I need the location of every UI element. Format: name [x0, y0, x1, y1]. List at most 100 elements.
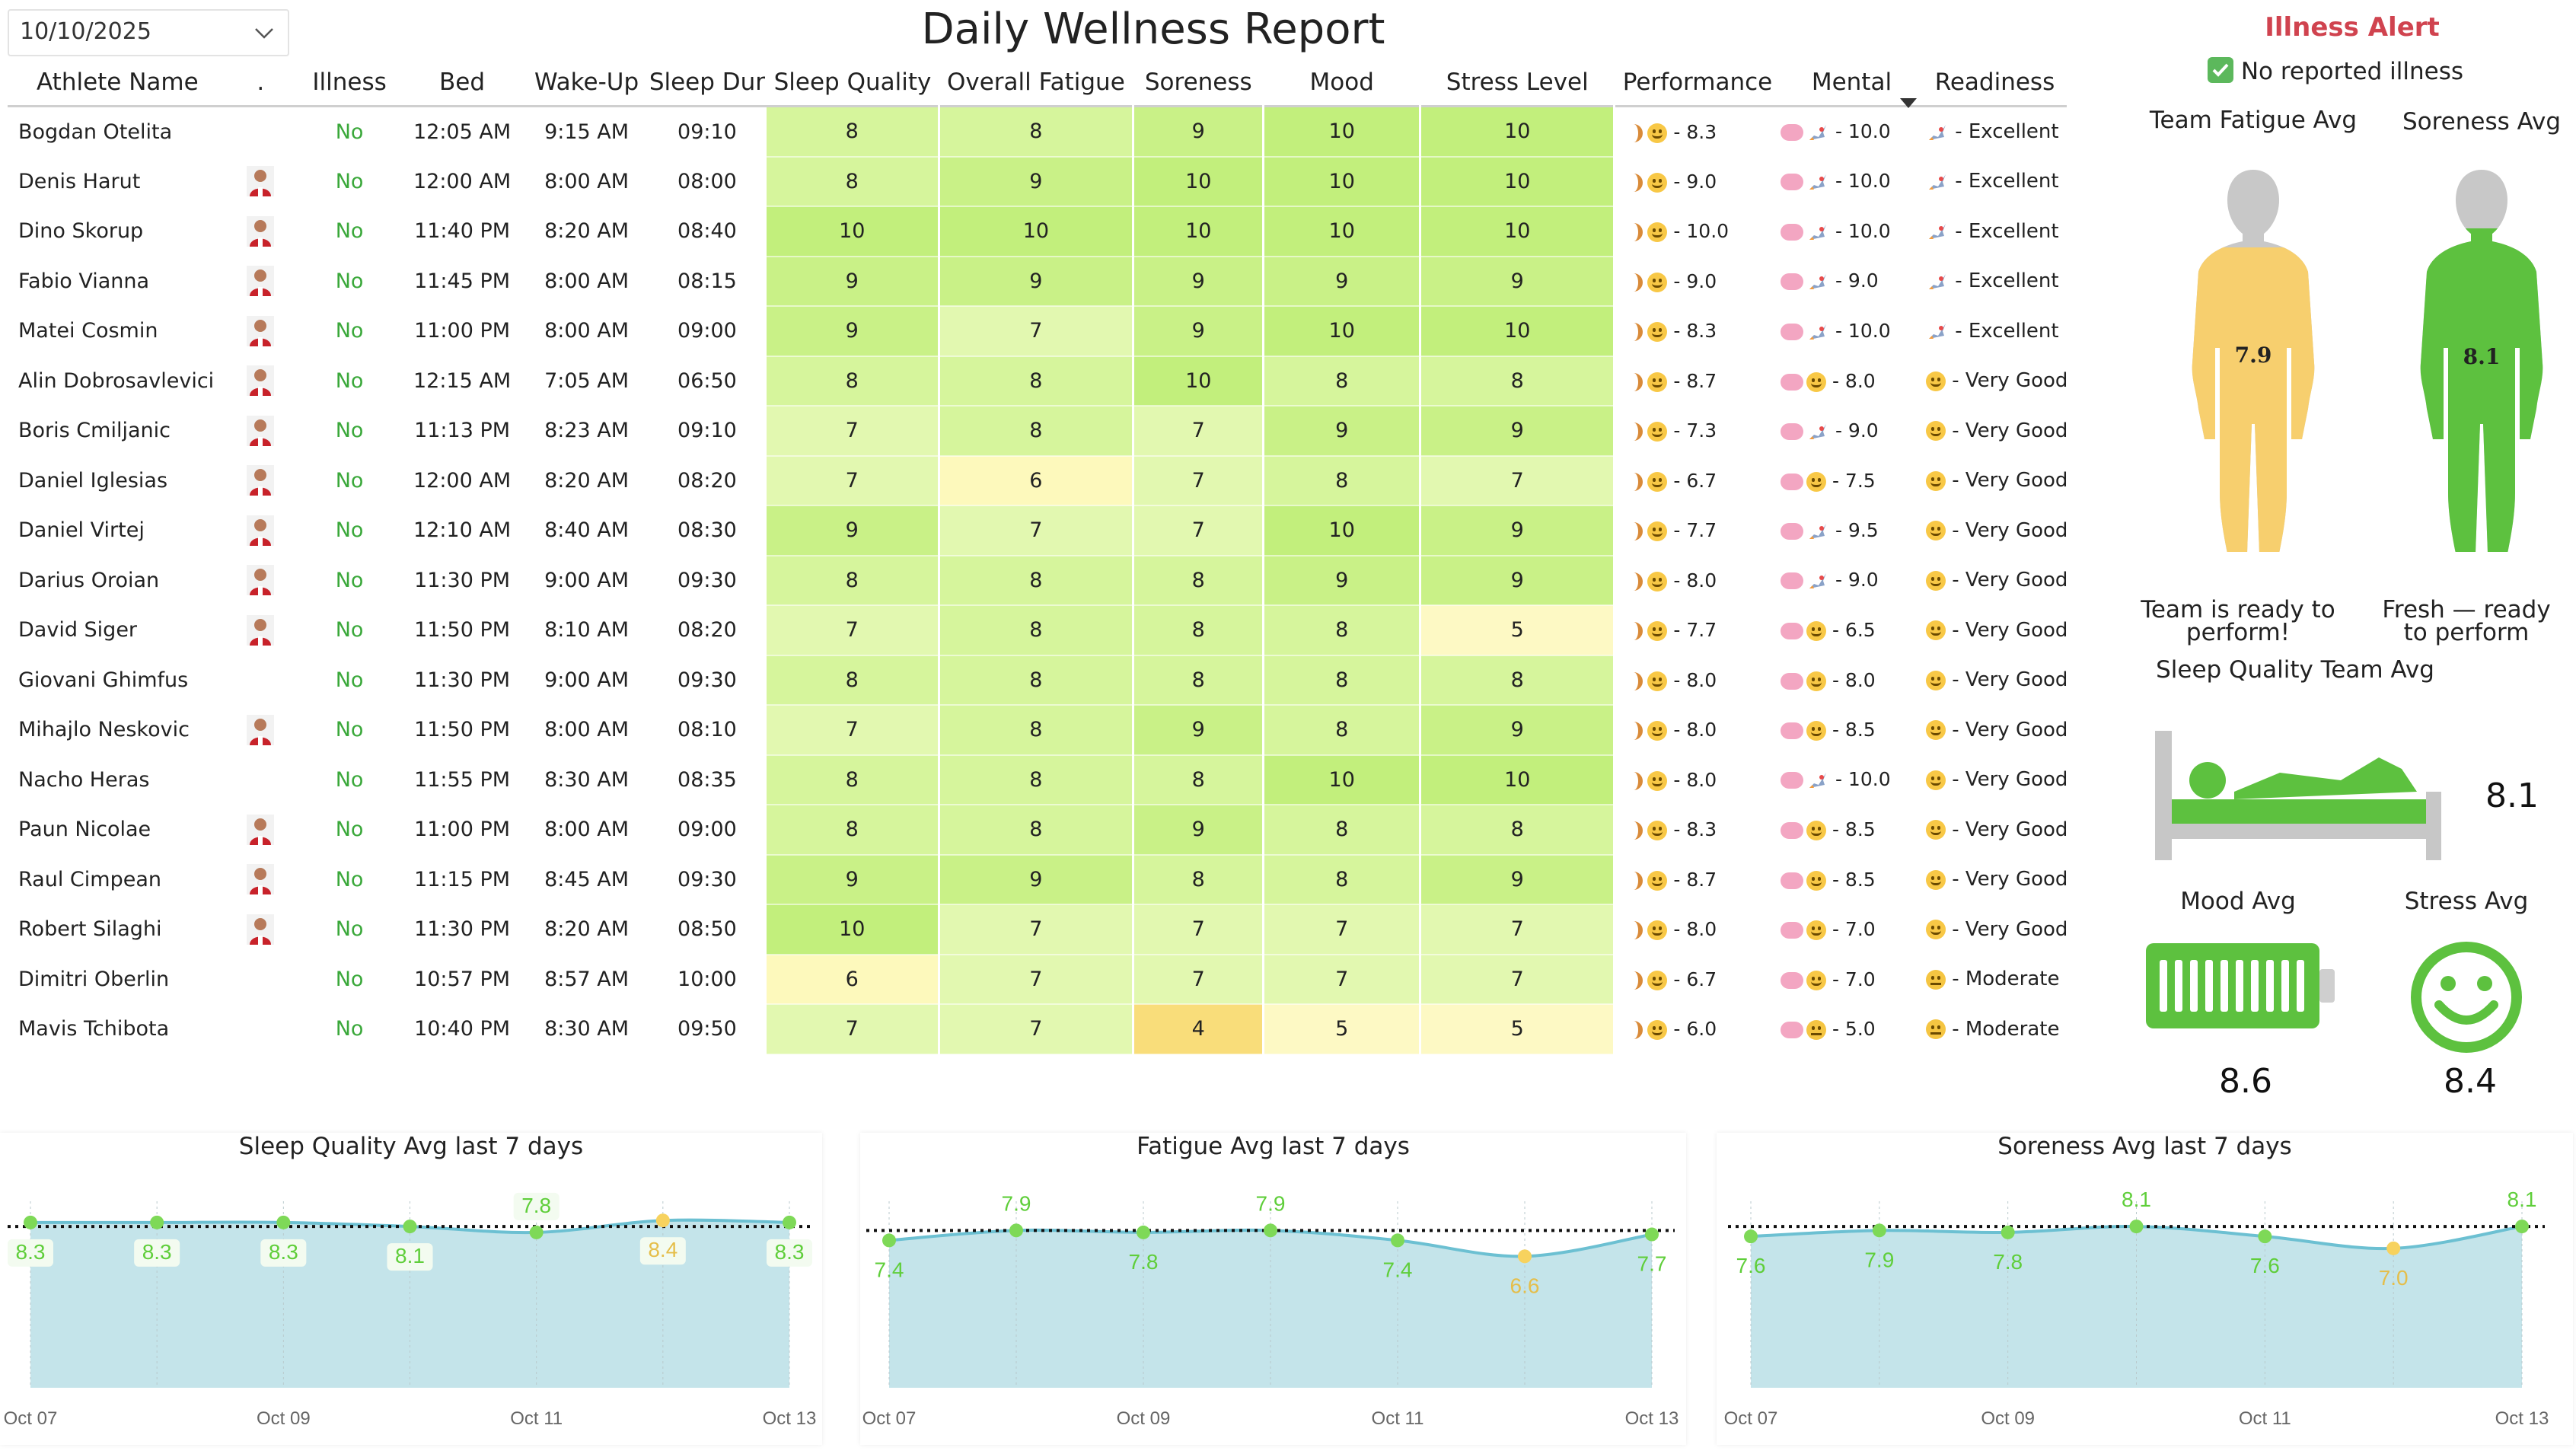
stress-cell: 10: [1420, 754, 1616, 805]
stress-cell: 5: [1420, 1004, 1616, 1055]
table-row[interactable]: Dimitri Oberlin No 10:57 PM 8:57 AM 10:00 6 7 7…: [8, 954, 2067, 1005]
header-illness[interactable]: Illness: [300, 59, 399, 107]
athlete-photo-cell: [221, 306, 300, 356]
data-point[interactable]: [2001, 1225, 2015, 1239]
mental-cell: - 10.0: [1781, 755, 1923, 805]
table-body: Bogdan Otelita No 12:05 AM 9:15 AM 09:10 8 8 9 1…: [8, 106, 2068, 1055]
table-row[interactable]: Darius Oroian No 11:30 PM 9:00 AM 09:30 8 8 8 9 9…: [8, 555, 2067, 606]
mental-cell: - 10.0: [1781, 206, 1923, 257]
flexed-arm-icon: [1628, 323, 1643, 342]
table-row[interactable]: Fabio Vianna No 11:45 PM 8:00 AM 08:15 9 9 9 9 9 …: [8, 256, 2067, 307]
stress-cell: 9: [1420, 256, 1616, 307]
data-point[interactable]: [1009, 1223, 1023, 1238]
performance-cell: - 8.0: [1615, 755, 1781, 805]
athlete-name: Nacho Heras: [18, 767, 150, 792]
wake-time: 7:05 AM: [544, 368, 630, 393]
table-row[interactable]: Nacho Heras No 11:55 PM 8:30 AM 08:35 8 8 8 10 10…: [8, 754, 2067, 805]
header-stress-level[interactable]: Stress Level: [1420, 59, 1615, 107]
header-overall-fatigue[interactable]: Overall Fatigue: [939, 59, 1133, 107]
athlete-photo-cell: [221, 655, 300, 706]
date-slicer[interactable]: 10/10/2025: [8, 9, 289, 56]
table-row[interactable]: Robert Silaghi No 11:30 PM 8:20 AM 08:50 10 7 7…: [8, 904, 2067, 955]
table-row[interactable]: Matei Cosmin No 11:00 PM 8:00 AM 09:00 9 7 9 10 1…: [8, 306, 2067, 357]
data-point[interactable]: [1137, 1225, 1150, 1239]
header-athlete-name[interactable]: Athlete Name: [8, 59, 221, 107]
header-mood[interactable]: Mood: [1264, 59, 1420, 107]
data-point[interactable]: [1264, 1223, 1277, 1238]
table-row[interactable]: Bogdan Otelita No 12:05 AM 9:15 AM 09:10 8 8 9 1…: [8, 106, 2067, 158]
mental-cell: - 9.5: [1781, 505, 1923, 556]
soreness-avg-label: Soreness Avg: [2402, 108, 2562, 136]
table-row[interactable]: Giovani Ghimfus No 11:30 PM 9:00 AM 09:30 8 8 8…: [8, 655, 2067, 706]
smile-icon: [1806, 371, 1827, 392]
table-row[interactable]: Alin Dobrosavlevici No 12:15 AM 7:05 AM 06:5…: [8, 356, 2067, 407]
data-point[interactable]: [1391, 1233, 1404, 1248]
data-point[interactable]: [783, 1215, 796, 1229]
fatigue-cell: 8: [939, 356, 1135, 407]
sort-desc-icon[interactable]: [1898, 96, 1919, 111]
data-point[interactable]: [2386, 1241, 2401, 1255]
header-performance[interactable]: Performance: [1615, 59, 1781, 107]
table-row[interactable]: Denis Harut No 12:00 AM 8:00 AM 08:00 8 9 10 10 1…: [8, 156, 2067, 207]
data-point[interactable]: [2258, 1229, 2272, 1244]
smile-icon: [1806, 870, 1827, 891]
athlete-name: Mihajlo Neskovic: [18, 718, 190, 742]
mental-cell: - 9.0: [1781, 257, 1923, 307]
data-label: 7.6: [1736, 1254, 1766, 1277]
data-point[interactable]: [24, 1215, 37, 1229]
fatigue-cell: 8: [939, 605, 1135, 656]
table-row[interactable]: Boris Cmiljanic No 11:13 PM 8:23 AM 09:10 7 8 7…: [8, 406, 2067, 457]
readiness-cell: - Very Good: [1923, 505, 2067, 556]
header-bed[interactable]: Bed: [399, 59, 525, 107]
bed-time: 11:15 PM: [414, 867, 511, 891]
data-point[interactable]: [882, 1233, 896, 1248]
header-sleep-dur[interactable]: Sleep Dur: [648, 59, 767, 107]
table-row[interactable]: Daniel Virtej No 12:10 AM 8:40 AM 08:30 9 7 7 10…: [8, 505, 2067, 556]
table-row[interactable]: Paun Nicolae No 11:00 PM 8:00 AM 09:00 8 8 9 8 8 …: [8, 805, 2067, 856]
performance-value: - 8.3: [1673, 320, 1717, 343]
illness-alert-message: No reported illness: [2208, 56, 2558, 86]
data-point[interactable]: [1744, 1229, 1758, 1244]
athlete-photo: [247, 266, 275, 297]
data-label: 8.1: [2507, 1188, 2537, 1211]
smile-icon: [1647, 422, 1668, 442]
header-wakeup[interactable]: Wake-Up: [525, 59, 648, 107]
table-row[interactable]: David Siger No 11:50 PM 8:10 AM 08:20 7 8 8 8 5 -…: [8, 605, 2067, 656]
athlete-photo-cell: [221, 605, 300, 655]
stress-cell: 9: [1420, 555, 1616, 606]
mood-cell: 5: [1263, 1004, 1422, 1055]
readiness-value: - Very Good: [1952, 518, 2068, 542]
data-point[interactable]: [150, 1215, 164, 1229]
sleep-duration: 09:30: [677, 668, 737, 692]
data-point[interactable]: [276, 1215, 291, 1229]
data-point[interactable]: [1872, 1223, 1886, 1238]
readiness-value: - Very Good: [1952, 718, 2068, 741]
flexed-arm-icon: [1628, 1021, 1643, 1040]
data-point[interactable]: [2515, 1220, 2529, 1234]
x-tick-label: Oct 13: [2495, 1408, 2549, 1429]
header-photo[interactable]: .: [221, 59, 300, 107]
table-row[interactable]: Mihajlo Neskovic No 11:50 PM 8:00 AM 08:10 7 8…: [8, 705, 2068, 756]
sleep-duration: 08:20: [677, 468, 737, 493]
table-row[interactable]: Daniel Iglesias No 12:00 AM 8:20 AM 08:20 7 6 7…: [8, 455, 2067, 506]
rocket-icon: [1928, 124, 1946, 140]
data-point[interactable]: [1645, 1227, 1659, 1242]
readiness-cell: - Very Good: [1923, 755, 2067, 805]
table-row[interactable]: Mavis Tchibota No 10:40 PM 8:30 AM 09:50 7 7 4 5…: [8, 1004, 2067, 1055]
header-readiness[interactable]: Readiness: [1923, 59, 2067, 107]
readiness-cell: - Very Good: [1923, 605, 2067, 655]
header-sleep-quality[interactable]: Sleep Quality: [767, 59, 939, 107]
wake-time: 8:57 AM: [544, 967, 630, 991]
soreness-cell: 7: [1133, 954, 1265, 1005]
data-point[interactable]: [1518, 1249, 1532, 1264]
header-soreness[interactable]: Soreness: [1133, 59, 1264, 107]
table-row[interactable]: Dino Skorup No 11:40 PM 8:20 AM 08:40 10 10 10 1…: [8, 206, 2067, 257]
data-point[interactable]: [2129, 1220, 2144, 1234]
x-tick-label: Oct 11: [1372, 1408, 1424, 1429]
data-point[interactable]: [529, 1225, 544, 1239]
sleep-quality-cell: 8: [766, 106, 940, 158]
table-row[interactable]: Raul Cimpean No 11:15 PM 8:45 AM 09:30 9 9 8 8 9 …: [8, 854, 2067, 905]
data-point[interactable]: [403, 1220, 417, 1234]
data-point[interactable]: [655, 1213, 670, 1228]
chevron-down-icon: [255, 28, 273, 39]
